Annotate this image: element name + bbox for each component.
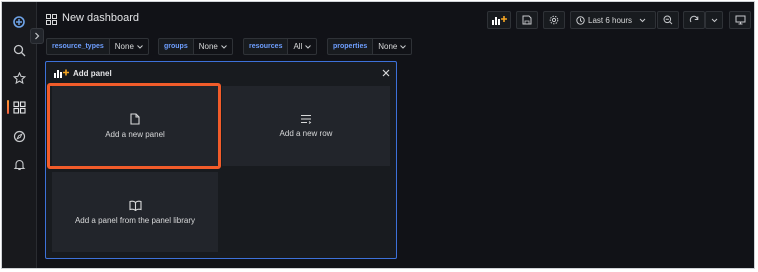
refresh-interval-dropdown[interactable] bbox=[705, 11, 723, 29]
variable-label: properties bbox=[327, 38, 374, 55]
dashboards-icon[interactable] bbox=[11, 99, 27, 115]
row-icon bbox=[301, 114, 312, 124]
close-icon[interactable] bbox=[382, 69, 390, 77]
add-panel-icon bbox=[492, 16, 507, 25]
chevron-down-icon bbox=[221, 44, 227, 49]
clock-icon bbox=[576, 15, 585, 25]
active-indicator bbox=[7, 100, 9, 114]
time-picker-button[interactable]: Last 6 hours bbox=[570, 11, 656, 29]
grafana-window: New dashboard Last 6 hours resource_type… bbox=[1, 1, 755, 269]
tv-mode-button[interactable] bbox=[729, 11, 751, 29]
refresh-icon bbox=[689, 15, 699, 23]
add-panel-from-library-label: Add a panel from the panel library bbox=[74, 215, 196, 225]
add-new-row-label: Add a new row bbox=[279, 129, 333, 138]
variable-value: None bbox=[198, 42, 218, 51]
settings-button[interactable] bbox=[543, 11, 565, 29]
zoom-out-button[interactable] bbox=[657, 11, 679, 29]
app-logo-icon[interactable] bbox=[11, 14, 27, 30]
add-panel-header: Add panel bbox=[54, 69, 112, 78]
variable-resources: resources All bbox=[243, 38, 318, 55]
add-new-panel-label: Add a new panel bbox=[105, 130, 165, 139]
chevron-down-icon bbox=[639, 18, 646, 22]
add-panel-button[interactable] bbox=[487, 11, 511, 29]
dashboard-grid-icon bbox=[46, 14, 57, 25]
add-panel-icon bbox=[54, 69, 69, 78]
variable-select[interactable]: None bbox=[193, 38, 233, 55]
save-dashboard-button[interactable] bbox=[516, 11, 538, 29]
bell-icon[interactable] bbox=[11, 156, 27, 172]
variable-select[interactable]: None bbox=[373, 38, 413, 55]
add-panel-title: Add panel bbox=[73, 69, 112, 78]
star-icon[interactable] bbox=[11, 70, 27, 86]
zoom-out-icon bbox=[663, 15, 673, 25]
variable-resource-types: resource_types None bbox=[46, 38, 149, 55]
tv-mode-icon bbox=[735, 15, 745, 25]
variable-value: All bbox=[293, 42, 303, 51]
chevron-down-icon bbox=[400, 44, 407, 49]
expand-nav-button[interactable] bbox=[30, 28, 44, 44]
file-icon bbox=[130, 113, 140, 125]
add-new-row-button[interactable]: Add a new row bbox=[222, 86, 390, 166]
book-open-icon bbox=[128, 200, 142, 211]
time-range-label: Last 6 hours bbox=[588, 15, 633, 25]
variable-properties: properties None bbox=[327, 38, 413, 55]
chevron-right-icon bbox=[35, 32, 40, 40]
add-panel-from-library-button[interactable]: Add a panel from the panel library bbox=[52, 172, 218, 252]
variable-label: resources bbox=[243, 38, 289, 55]
add-panel-widget: Add panel Add a new panel Add a new row … bbox=[45, 61, 397, 259]
variable-value: None bbox=[378, 42, 398, 51]
variable-select[interactable]: None bbox=[109, 38, 149, 55]
chevron-down-icon bbox=[711, 18, 717, 22]
page-title[interactable]: New dashboard bbox=[62, 12, 139, 24]
chevron-down-icon bbox=[305, 44, 312, 49]
explore-icon[interactable] bbox=[11, 128, 27, 144]
variable-label: groups bbox=[158, 38, 194, 55]
variable-value: None bbox=[114, 42, 134, 51]
search-icon[interactable] bbox=[11, 42, 27, 58]
gear-icon bbox=[549, 15, 559, 25]
variable-groups: groups None bbox=[158, 38, 233, 55]
variable-select[interactable]: All bbox=[288, 38, 318, 55]
save-icon bbox=[522, 15, 532, 25]
add-new-panel-button[interactable]: Add a new panel bbox=[52, 86, 218, 166]
variable-label: resource_types bbox=[46, 38, 110, 55]
refresh-button[interactable] bbox=[683, 11, 705, 29]
chevron-down-icon bbox=[137, 44, 143, 49]
